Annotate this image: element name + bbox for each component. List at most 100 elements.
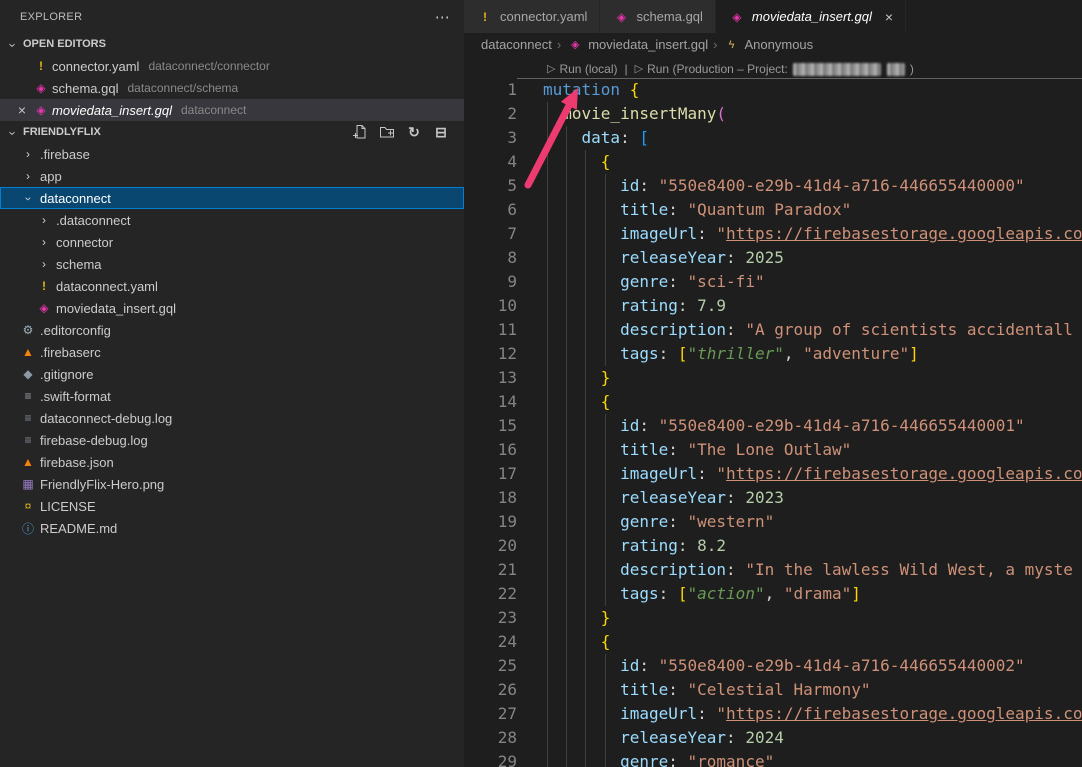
code-token: description (620, 560, 726, 579)
open-editor-item[interactable]: ×◈moviedata_insert.gqldataconnect (0, 99, 464, 121)
code-line-content[interactable]: tags: ["action", "drama"] (517, 582, 1082, 606)
tab-schema.gql[interactable]: ◈schema.gql (600, 0, 715, 33)
more-actions-icon[interactable]: ⋯ (435, 8, 450, 26)
code-line-content[interactable]: genre: "romance" (517, 750, 1082, 767)
tree-item-dataconnect-debug.log[interactable]: ≡dataconnect-debug.log (0, 407, 464, 429)
firebase-icon: ▲ (20, 345, 36, 359)
new-file-button[interactable] (351, 123, 369, 141)
code-line-content[interactable]: id: "550e8400-e29b-41d4-a716-44665544000… (517, 414, 1082, 438)
tree-item-.firebaserc[interactable]: ▲.firebaserc (0, 341, 464, 363)
breadcrumb-item-moviedata_insert.gql[interactable]: ◈moviedata_insert.gql (566, 37, 708, 52)
code-token: } (601, 368, 611, 387)
code-line-14: 14 { (464, 390, 1082, 414)
tree-item-.editorconfig[interactable]: ⚙.editorconfig (0, 319, 464, 341)
workspace-header[interactable]: › FRIENDLYFLIX ↻⊟ (0, 121, 464, 143)
info-icon: ⓘ (20, 520, 36, 537)
code-line-content[interactable]: { (517, 150, 1082, 174)
code-line-content[interactable]: id: "550e8400-e29b-41d4-a716-44665544000… (517, 174, 1082, 198)
code-line-content[interactable]: releaseYear: 2025 (517, 246, 1082, 270)
new-folder-button[interactable] (378, 123, 396, 141)
tree-item-README.md[interactable]: ⓘ README.md (0, 517, 464, 539)
tree-item-firebase-debug.log[interactable]: ≡firebase-debug.log (0, 429, 464, 451)
tab-moviedata_insert.gql[interactable]: ◈moviedata_insert.gql× (716, 0, 906, 33)
code-line-content[interactable]: imageUrl: "https://firebasestorage.googl… (517, 702, 1082, 726)
tree-item-label: README.md (40, 521, 117, 536)
code-token (688, 296, 698, 315)
code-line-content[interactable]: imageUrl: "https://firebasestorage.googl… (517, 222, 1082, 246)
tree-item-schema[interactable]: ›schema (0, 253, 464, 275)
code-token: [ (639, 128, 649, 147)
code-line-content[interactable]: { (517, 630, 1082, 654)
tree-item-FriendlyFlix-Hero.png[interactable]: ▦FriendlyFlix-Hero.png (0, 473, 464, 495)
code-token: "Celestial Harmony" (688, 680, 871, 699)
code-token: "drama" (784, 584, 851, 603)
code-line-content[interactable]: imageUrl: "https://firebasestorage.googl… (517, 462, 1082, 486)
code-line-content[interactable]: data: [ (517, 126, 1082, 150)
log-icon: ≡ (20, 433, 36, 447)
tree-item-label: moviedata_insert.gql (56, 301, 176, 316)
tree-item-dataconnect[interactable]: ›dataconnect (0, 187, 464, 209)
code-line-4: 4 { (464, 150, 1082, 174)
tab-label: moviedata_insert.gql (752, 9, 872, 24)
code-line-content[interactable]: description: "In the lawless Wild West, … (517, 558, 1082, 582)
open-editor-name: schema.gql (52, 81, 118, 96)
code-token (543, 272, 620, 291)
code-line-content[interactable]: genre: "sci-fi" (517, 270, 1082, 294)
code-line-content[interactable]: title: "Celestial Harmony" (517, 678, 1082, 702)
code-line-content[interactable]: tags: ["thriller", "adventure"] (517, 342, 1082, 366)
tree-item-label: .gitignore (40, 367, 93, 382)
tree-item-label: FriendlyFlix-Hero.png (40, 477, 164, 492)
code-line-content[interactable]: } (517, 366, 1082, 390)
close-tab-icon[interactable]: × (885, 9, 893, 25)
code-line-content[interactable]: title: "Quantum Paradox" (517, 198, 1082, 222)
breadcrumb-item-dataconnect[interactable]: dataconnect (481, 37, 552, 52)
code-line-content[interactable]: genre: "western" (517, 510, 1082, 534)
code-line-content[interactable]: { (517, 390, 1082, 414)
tree-item-.gitignore[interactable]: ◆.gitignore (0, 363, 464, 385)
code-line-22: 22 tags: ["action", "drama"] (464, 582, 1082, 606)
code-line-content[interactable]: releaseYear: 2024 (517, 726, 1082, 750)
run-production-link[interactable]: ▷ Run (Production – Project: ) (635, 60, 914, 78)
collapse-all-button[interactable]: ⊟ (432, 123, 450, 141)
code-token: : (697, 464, 707, 483)
tree-item-connector[interactable]: ›connector (0, 231, 464, 253)
chevron-right-icon: › (36, 213, 52, 227)
code-line-1: 1mutation { (464, 78, 1082, 102)
tree-item-.firebase[interactable]: ›.firebase (0, 143, 464, 165)
tree-item-moviedata_insert.gql[interactable]: ◈moviedata_insert.gql (0, 297, 464, 319)
code-token (543, 656, 620, 675)
code-line-content[interactable]: id: "550e8400-e29b-41d4-a716-44665544000… (517, 654, 1082, 678)
code-area[interactable]: 1mutation {2 movie_insertMany(3 data: [4… (464, 78, 1082, 767)
code-line-content[interactable]: mutation { (517, 78, 1082, 102)
close-editor-icon[interactable]: × (12, 102, 32, 118)
code-token (707, 464, 717, 483)
tree-item-.swift-format[interactable]: ≡.swift-format (0, 385, 464, 407)
tree-item-app[interactable]: ›app (0, 165, 464, 187)
code-token (707, 224, 717, 243)
tree-item-dataconnect.yaml[interactable]: !dataconnect.yaml (0, 275, 464, 297)
code-line-content[interactable]: rating: 8.2 (517, 534, 1082, 558)
code-token (543, 320, 620, 339)
code-token: releaseYear (620, 248, 726, 267)
breadcrumb-item-Anonymous[interactable]: ϟAnonymous (723, 37, 814, 52)
code-line-15: 15 id: "550e8400-e29b-41d4-a716-44665544… (464, 414, 1082, 438)
code-line-8: 8 releaseYear: 2025 (464, 246, 1082, 270)
tree-item-firebase.json[interactable]: ▲firebase.json (0, 451, 464, 473)
run-local-link[interactable]: ▷ Run (local) (547, 60, 618, 78)
code-token (649, 656, 659, 675)
tree-item-.dataconnect[interactable]: ›.dataconnect (0, 209, 464, 231)
code-token: imageUrl (620, 464, 697, 483)
open-editor-item[interactable]: ◈schema.gqldataconnect/schema (0, 77, 464, 99)
open-editors-header[interactable]: › OPEN EDITORS (0, 33, 464, 55)
code-line-content[interactable]: rating: 7.9 (517, 294, 1082, 318)
code-line-content[interactable]: releaseYear: 2023 (517, 486, 1082, 510)
refresh-button[interactable]: ↻ (405, 123, 423, 141)
code-line-content[interactable]: title: "The Lone Outlaw" (517, 438, 1082, 462)
open-editor-item[interactable]: !connector.yamldataconnect/connector (0, 55, 464, 77)
code-line-17: 17 imageUrl: "https://firebasestorage.go… (464, 462, 1082, 486)
code-line-content[interactable]: } (517, 606, 1082, 630)
code-line-content[interactable]: description: "A group of scientists acci… (517, 318, 1082, 342)
tree-item-LICENSE[interactable]: ¤LICENSE (0, 495, 464, 517)
tab-connector.yaml[interactable]: !connector.yaml (464, 0, 600, 33)
code-line-content[interactable]: movie_insertMany( (517, 102, 1082, 126)
